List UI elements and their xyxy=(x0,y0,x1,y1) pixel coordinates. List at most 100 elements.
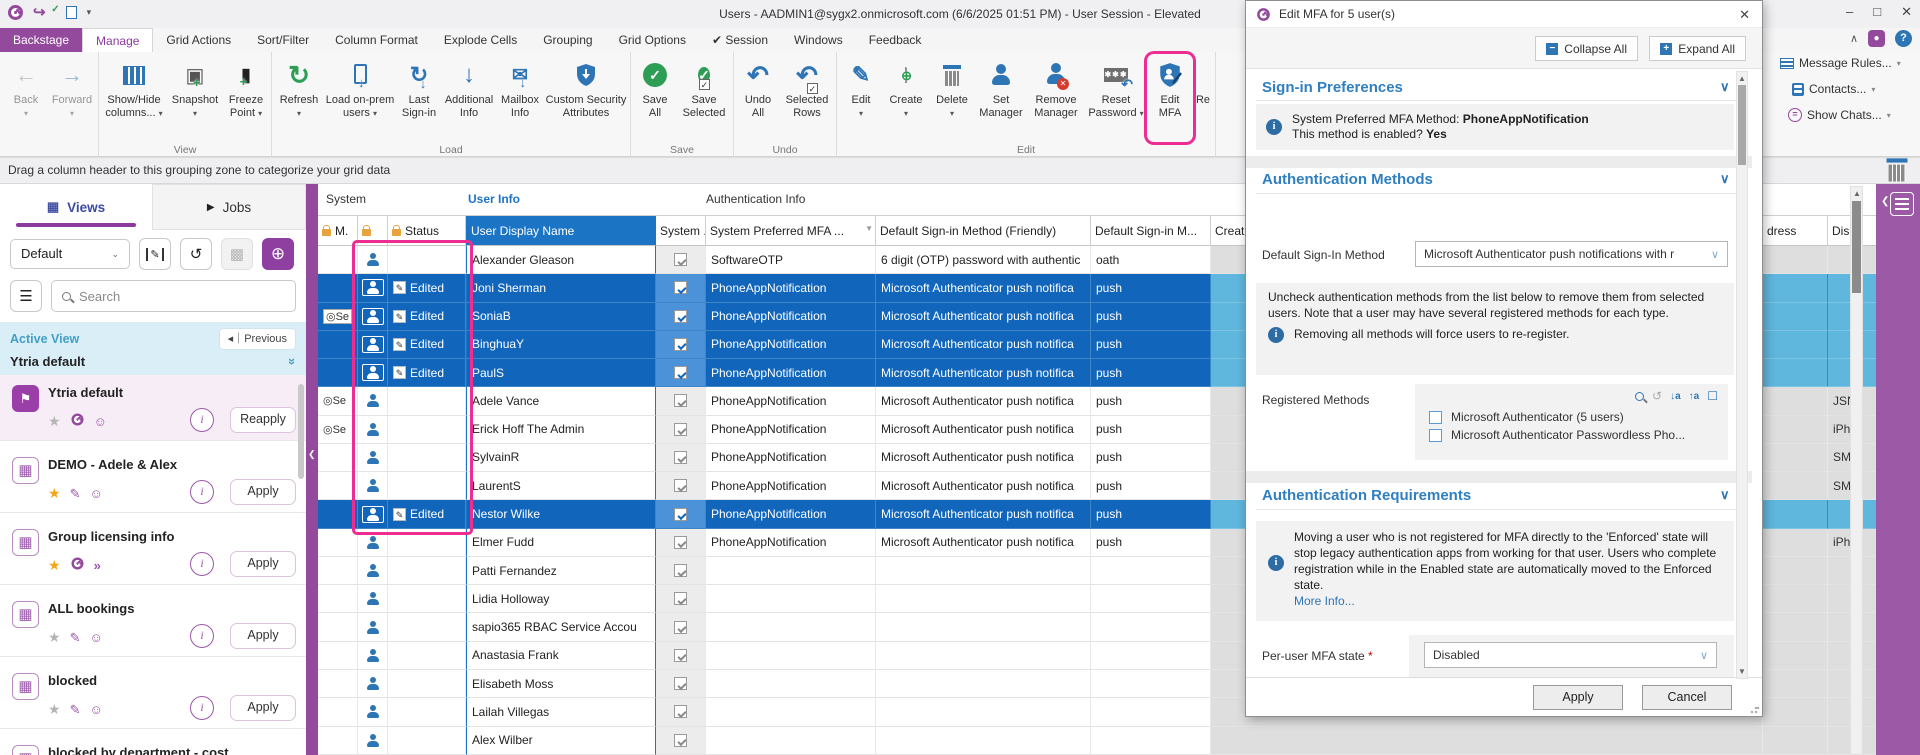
system-checkbox[interactable] xyxy=(674,564,687,577)
view-card-blocked-by-department-cost[interactable]: ▦blocked by department - cost★iApply xyxy=(0,735,306,755)
save-all-button[interactable]: ✓SaveAll xyxy=(633,54,677,142)
qat-dropdown-icon[interactable]: ▾ xyxy=(87,7,92,18)
star-icon[interactable]: ★ xyxy=(48,701,61,718)
back-button[interactable]: ←Back▾ xyxy=(4,54,48,142)
restore-button[interactable]: □ xyxy=(1873,4,1881,20)
smiley-icon[interactable]: ☺ xyxy=(89,702,102,717)
pencil-icon[interactable]: ✎ xyxy=(70,630,81,646)
column-header-system-preferred-mfa[interactable]: System Preferred MFA ...▼ xyxy=(706,216,876,246)
system-checkbox[interactable] xyxy=(674,677,687,690)
column-header-m[interactable]: M. xyxy=(318,216,358,246)
star-icon[interactable]: ★ xyxy=(48,557,61,574)
close-button[interactable]: ✕ xyxy=(1901,4,1912,20)
last-sign-in-button[interactable]: ↻↓LastSign-in xyxy=(396,54,442,142)
reg-sort-asc-icon[interactable]: ↓a xyxy=(1670,391,1681,402)
view-info-button[interactable]: i xyxy=(190,624,214,648)
load-on-prem-users-button[interactable]: ↓Load on-premusers ▾ xyxy=(324,54,396,142)
system-checkbox[interactable] xyxy=(674,536,687,549)
signin-collapse-icon[interactable]: ∨ xyxy=(1720,79,1730,95)
view-card-group-licensing-info[interactable]: ▦Group licensing info★»iApply xyxy=(0,519,306,585)
contacts-button[interactable]: Contacts...▾ xyxy=(1792,82,1875,96)
system-checkbox[interactable] xyxy=(674,734,687,747)
help-icon[interactable]: ? xyxy=(1895,30,1912,47)
tab-session[interactable]: ✔ Session xyxy=(699,28,781,52)
reset-view-button[interactable]: ↺ xyxy=(180,238,212,270)
view-info-button[interactable]: i xyxy=(190,408,214,432)
reg-search-icon[interactable] xyxy=(1635,392,1644,401)
expand-panel-icon[interactable]: ❮ xyxy=(1881,196,1889,207)
additional-info-button[interactable]: ↓AdditionalInfo xyxy=(442,54,496,142)
chevrons-icon[interactable]: » xyxy=(94,558,101,573)
collapse-sidebar-icon[interactable]: ❮ xyxy=(308,449,316,460)
filter-views-button[interactable]: ☰ xyxy=(10,280,42,312)
system-checkbox[interactable] xyxy=(674,253,687,266)
collapse-ribbon-icon[interactable]: ∧ xyxy=(1850,32,1858,45)
column-header-status[interactable]: Status xyxy=(388,216,466,246)
show-chats-button[interactable]: =Show Chats...▾ xyxy=(1788,108,1891,122)
system-checkbox[interactable] xyxy=(674,649,687,662)
more-info-link[interactable]: More Info... xyxy=(1294,594,1355,608)
remove-manager-button[interactable]: ✕RemoveManager xyxy=(1027,54,1085,142)
registered-method-item[interactable]: Microsoft Authenticator Passwordless Pho… xyxy=(1429,428,1728,442)
pencil-icon[interactable]: ✎ xyxy=(70,702,81,718)
mailbox-info-button[interactable]: ✉↓MailboxInfo xyxy=(496,54,544,142)
filter-caret-icon[interactable]: ▼ xyxy=(865,224,873,233)
column-header-default-sign-in-m[interactable]: Default Sign-in M... xyxy=(1091,216,1211,246)
apply-button[interactable]: Apply xyxy=(1533,685,1623,710)
registered-method-item[interactable]: Microsoft Authenticator (5 users) xyxy=(1429,410,1728,424)
share-icon[interactable]: ↪ xyxy=(33,3,46,21)
star-icon[interactable]: ★ xyxy=(48,485,61,502)
system-checkbox[interactable] xyxy=(674,479,687,492)
auth-methods-collapse-icon[interactable]: ∨ xyxy=(1720,171,1730,187)
system-checkbox[interactable] xyxy=(674,451,687,464)
star-icon[interactable]: ★ xyxy=(48,413,61,430)
tab-feedback[interactable]: Feedback xyxy=(856,28,935,52)
forward-button[interactable]: →Forward▾ xyxy=(48,54,96,142)
cancel-button[interactable]: Cancel xyxy=(1642,685,1732,710)
column-header-x[interactable] xyxy=(358,216,388,246)
reg-undo-icon[interactable]: ↺ xyxy=(1652,389,1662,403)
reapply-view-button[interactable]: Reapply xyxy=(230,407,296,433)
ytria-icon[interactable] xyxy=(70,556,85,574)
tab-manage[interactable]: Manage xyxy=(82,28,153,52)
group-header-authentication-info[interactable]: Authentication Info xyxy=(706,192,805,206)
add-view-button[interactable]: ⊕ xyxy=(262,238,294,270)
smiley-icon[interactable]: ☺ xyxy=(89,486,102,501)
tab-grid-options[interactable]: Grid Options xyxy=(606,28,699,52)
set-manager-button[interactable]: SetManager xyxy=(975,54,1027,142)
ytria-icon[interactable] xyxy=(70,412,85,430)
tab-sort-filter[interactable]: Sort/Filter xyxy=(244,28,322,52)
group-header-system[interactable]: System xyxy=(326,192,366,206)
view-info-button[interactable]: i xyxy=(190,696,214,720)
snapshot-button[interactable]: ▣+Snapshot▾ xyxy=(167,54,223,142)
tab-views[interactable]: ▦Views xyxy=(0,184,152,230)
system-checkbox[interactable] xyxy=(674,621,687,634)
sidebar-scrollbar[interactable] xyxy=(298,384,304,479)
reset-password-button[interactable]: ✱✱✱↶ResetPassword ▾ xyxy=(1085,54,1147,142)
tab-grouping[interactable]: Grouping xyxy=(530,28,605,52)
smiley-icon[interactable]: ☺ xyxy=(94,414,107,429)
tab-backstage[interactable]: Backstage xyxy=(0,28,82,52)
re-button[interactable]: Re xyxy=(1193,54,1213,142)
system-checkbox[interactable] xyxy=(674,281,687,294)
tab-windows[interactable]: Windows xyxy=(781,28,856,52)
expand-all-button[interactable]: +Expand All xyxy=(1649,36,1746,61)
view-info-button[interactable]: i xyxy=(190,480,214,504)
pencil-icon[interactable]: ✎ xyxy=(70,486,81,502)
apply-view-button[interactable]: Apply xyxy=(230,551,296,577)
auth-requirements-collapse-icon[interactable]: ∨ xyxy=(1720,487,1730,503)
collapse-all-button[interactable]: −Collapse All xyxy=(1535,36,1638,61)
system-checkbox[interactable] xyxy=(674,310,687,323)
apply-view-button[interactable]: Apply xyxy=(230,695,296,721)
view-card-ytria-default[interactable]: ⚑Ytria default★☺iReapply xyxy=(0,375,306,441)
system-checkbox[interactable] xyxy=(674,366,687,379)
view-card-blocked[interactable]: ▦blocked★✎☺iApply xyxy=(0,663,306,729)
save-selected-button[interactable]: ✓✓SaveSelected xyxy=(677,54,731,142)
per-user-mfa-dropdown[interactable]: Disabled∨ xyxy=(1424,642,1717,668)
message-rules-button[interactable]: Message Rules...▾ xyxy=(1780,56,1901,70)
delete-button[interactable]: Delete▾ xyxy=(929,54,975,142)
trash-icon[interactable] xyxy=(1888,158,1907,184)
apply-view-button[interactable]: Apply xyxy=(230,479,296,505)
undo-all-button[interactable]: ↶UndoAll xyxy=(736,54,780,142)
edit-mfa-button[interactable]: EditMFA xyxy=(1147,54,1193,142)
